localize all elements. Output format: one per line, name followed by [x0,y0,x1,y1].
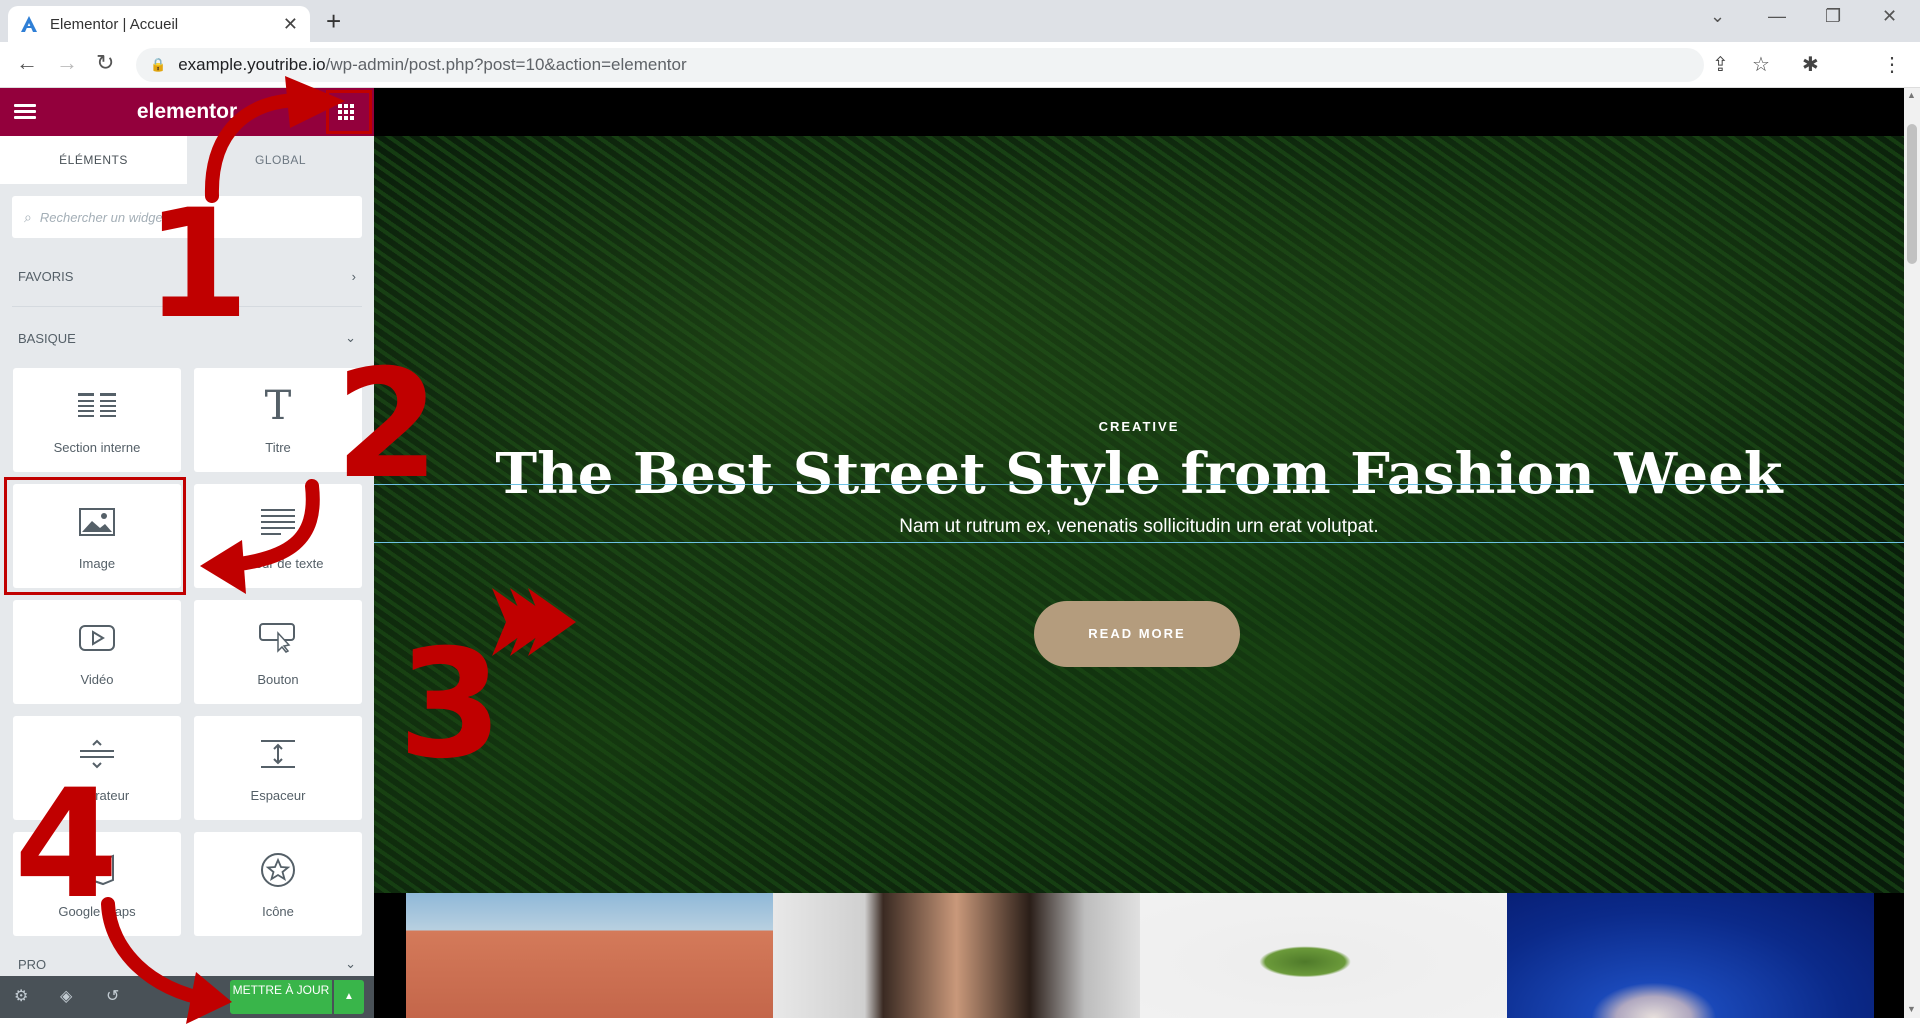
tab-search-icon[interactable]: ⌄ [1710,6,1725,27]
navigator-layers-icon[interactable]: ◈ [60,986,72,1006]
inner-section-icon [13,386,181,426]
minimize-icon[interactable]: — [1768,6,1786,27]
annotation-number-3: 3 [398,618,503,792]
panel-tabs: ÉLÉMENTS GLOBAL [0,136,374,184]
gallery-image-jellyfish[interactable] [1507,893,1874,1018]
button-icon [194,618,362,658]
scroll-up-icon[interactable]: ▲ [1907,90,1916,100]
hero-overlay [374,136,1904,893]
widget-label: Section interne [53,440,141,455]
scroll-down-icon[interactable]: ▼ [1907,1004,1916,1014]
url-text: example.youtribe.io/wp-admin/post.php?po… [178,55,687,74]
search-icon: ⌕ [24,208,32,225]
scrollbar-thumb[interactable] [1907,124,1917,264]
back-icon[interactable]: ← [16,50,38,76]
history-icon[interactable]: ↺ [106,986,119,1006]
gallery-image-portrait[interactable] [773,893,1140,1018]
lock-icon[interactable]: 🔒 [150,57,166,73]
gallery-image-plant[interactable] [1140,893,1507,1018]
widget-label: Icône [262,904,294,919]
chevron-right-icon: › [351,268,356,284]
annotation-number-2: 2 [335,338,440,512]
widget-spacer[interactable]: Espaceur [194,716,362,820]
elementor-logo: elementor [136,100,238,123]
annotation-number-4: 4 [14,758,119,932]
chevron-down-icon: ⌄ [345,956,356,971]
tab-elements[interactable]: ÉLÉMENTS [0,136,187,184]
share-icon[interactable]: ⇪ [1712,52,1729,77]
update-button[interactable]: METTRE À JOUR [230,980,332,1014]
widget-label: Éditeur de texte [232,556,324,571]
browser-tab[interactable]: Elementor | Accueil ✕ [8,6,310,42]
hero-section[interactable]: CREATIVE The Best Street Style from Fash… [374,136,1904,893]
widget-button[interactable]: Bouton [194,600,362,704]
restore-icon[interactable]: ❐ [1825,6,1841,27]
elementor-header: elementor [0,88,374,136]
widget-label: Vidéo [80,672,114,687]
annotation-highlight-box [4,477,186,595]
hero-category: CREATIVE [1098,419,1180,434]
new-tab-icon[interactable]: + [326,6,341,36]
page-scrollbar[interactable]: ▲ ▼ [1904,88,1920,1018]
gallery-image-building[interactable] [406,893,773,1018]
page-preview: CREATIVE The Best Street Style from Fash… [374,88,1904,1018]
star-icon [194,850,362,890]
image-gallery [406,893,1874,1018]
selection-guide-line [374,484,1904,485]
widget-inner-section[interactable]: Section interne [13,368,181,472]
reload-icon[interactable]: ↻ [96,50,114,76]
selection-guide-line [374,542,1904,543]
tab-close-icon[interactable]: ✕ [283,14,298,35]
widget-video[interactable]: Vidéo [13,600,181,704]
read-more-button[interactable]: READ MORE [1034,601,1240,667]
widget-icon[interactable]: Icône [194,832,362,936]
browser-menu-icon[interactable]: ⋮ [1882,52,1902,77]
update-options-caret-icon[interactable]: ▲ [334,980,364,1014]
widget-label: Bouton [257,672,299,687]
video-icon [13,618,181,658]
browser-toolbar: ← → ↻ 🔒 example.youtribe.io/wp-admin/pos… [0,42,1920,88]
browser-tabbar: Elementor | Accueil ✕ + ⌄ — ❐ ✕ [0,0,1920,42]
site-favicon-icon [21,16,37,32]
category-label: BASIQUE [18,330,76,346]
address-bar[interactable]: 🔒 example.youtribe.io/wp-admin/post.php?… [136,48,1704,82]
annotation-number-1: 1 [145,178,250,352]
category-label: FAVORIS [18,268,74,284]
settings-gear-icon[interactable]: ⚙ [14,986,28,1006]
category-label: PRO [18,956,47,972]
bookmark-star-icon[interactable]: ☆ [1752,52,1770,77]
tab-global[interactable]: GLOBAL [187,136,374,184]
close-window-icon[interactable]: ✕ [1882,6,1897,27]
widget-label: Espaceur [250,788,306,803]
category-pro[interactable]: PRO ⌄ [18,954,356,974]
hero-headline[interactable]: The Best Street Style from Fashion Week [374,441,1904,507]
tab-title: Elementor | Accueil [50,15,179,33]
panel-footer: ⚙ ◈ ↺ METTRE À JOUR ▲ [0,976,374,1018]
annotation-highlight-box [326,90,372,134]
spacer-icon [194,734,362,774]
extensions-icon[interactable]: ✱ [1802,52,1819,77]
forward-icon[interactable]: → [56,50,78,76]
hero-subtitle[interactable]: Nam ut rutrum ex, venenatis sollicitudin… [374,516,1904,538]
